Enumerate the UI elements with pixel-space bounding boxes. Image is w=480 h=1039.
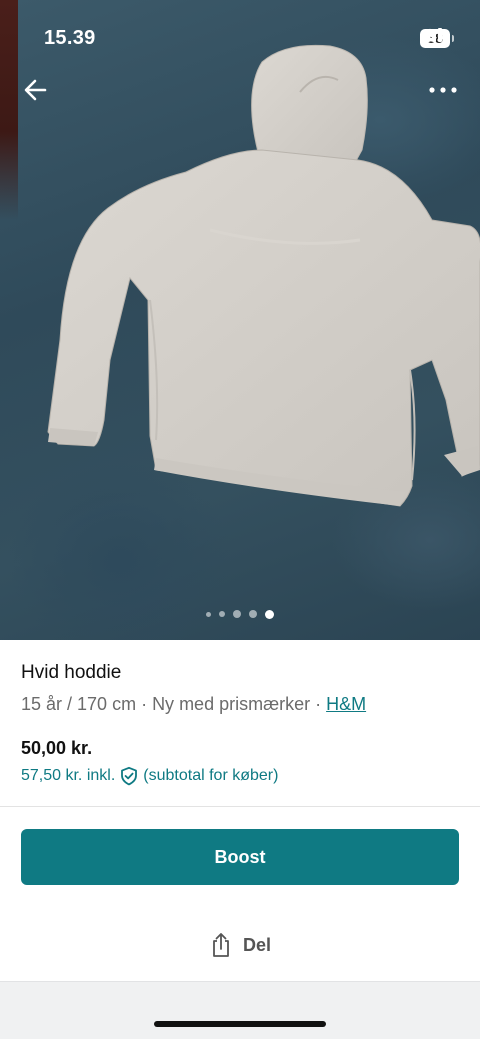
meta-separator: · (136, 694, 153, 714)
gallery-pagination[interactable] (0, 608, 480, 620)
more-options-button[interactable] (428, 80, 458, 100)
more-horizontal-icon (429, 87, 457, 93)
share-icon (213, 933, 229, 957)
bottom-bar (0, 981, 480, 1039)
status-time: 15.39 (44, 27, 96, 49)
home-indicator[interactable] (154, 1021, 326, 1027)
hoodie-image (47, 44, 480, 507)
item-meta: 15 år / 170 cm · Ny med prismærker · H&M (21, 694, 461, 715)
item-info: Hvid hoddie 15 år / 170 cm · Ny med pris… (21, 662, 461, 786)
item-size: 15 år / 170 cm (21, 694, 137, 714)
boost-button[interactable]: Boost (21, 829, 459, 885)
back-button[interactable] (22, 76, 50, 104)
pagination-dot[interactable] (233, 610, 241, 618)
battery-tip (452, 34, 454, 42)
brand-link[interactable]: H&M (326, 694, 366, 714)
price-incl: 57,50 kr. inkl. (21, 767, 116, 784)
item-price: 50,00 kr. (21, 738, 93, 758)
arrow-left-icon (24, 79, 47, 101)
pagination-dot[interactable] (249, 610, 257, 618)
pagination-dot-active[interactable] (265, 609, 274, 619)
price-incl-row[interactable]: 57,50 kr. inkl. (subtotal for køber) (21, 766, 461, 786)
item-condition: Ny med prismærker (152, 694, 311, 714)
share-button[interactable]: Del (0, 927, 480, 963)
divider (0, 806, 480, 807)
shield-check-icon (121, 766, 138, 786)
price-incl-note: (subtotal for køber) (143, 767, 279, 784)
item-title: Hvid hoddie (21, 662, 122, 683)
meta-separator: · (310, 694, 327, 714)
status-bar: 15.39 88 (0, 0, 480, 76)
item-photo[interactable]: 15.39 88 (0, 0, 480, 640)
pagination-dot[interactable] (206, 611, 211, 617)
pagination-dot[interactable] (219, 611, 225, 617)
share-label: Del (242, 934, 271, 955)
wifi-icon (421, 28, 439, 42)
item-detail-screen: 15.39 88 (0, 0, 480, 1039)
status-icons: 88 (420, 28, 454, 48)
